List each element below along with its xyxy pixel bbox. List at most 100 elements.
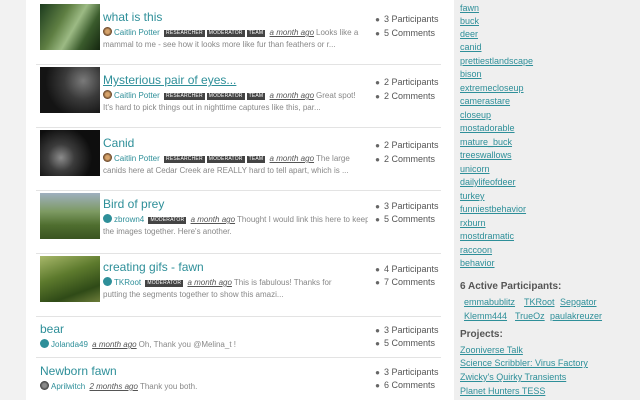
timestamp-link[interactable]: a month ago bbox=[270, 91, 314, 100]
thread-title[interactable]: creating gifs - fawn bbox=[103, 260, 204, 274]
participants-count: ● 3 Participants bbox=[373, 367, 438, 377]
role-badge: RESEARCHER bbox=[164, 93, 205, 100]
avatar bbox=[103, 90, 112, 99]
author-link[interactable]: Jolanda49 bbox=[51, 340, 88, 349]
tag-link[interactable]: mostdramatic bbox=[460, 231, 514, 241]
tag-link[interactable]: buck bbox=[460, 16, 479, 26]
discussion-list: what is this Caitlin Potter RESEARCHER MO… bbox=[26, 0, 454, 400]
thread-item[interactable]: creating gifs - fawn TKRoot MODERATOR a … bbox=[36, 256, 441, 317]
thread-title[interactable]: what is this bbox=[103, 10, 162, 24]
sidebar: fawn buck deer canid prettiestlandscape … bbox=[454, 0, 640, 400]
thread-item[interactable]: Newborn fawn Aprilwitch 2 months ago Than… bbox=[36, 362, 441, 400]
author-link[interactable]: Caitlin Potter bbox=[114, 28, 160, 37]
participant-link[interactable]: TKRoot bbox=[524, 297, 555, 307]
excerpt-continued: It's hard to pick things out in nighttim… bbox=[103, 103, 321, 112]
project-link[interactable]: Planet Hunters TESS bbox=[460, 386, 545, 396]
role-badge: MODERATOR bbox=[206, 30, 245, 37]
comment-icon: ● bbox=[375, 339, 380, 348]
participant-link[interactable]: TrueOz bbox=[515, 311, 545, 321]
tag-link[interactable]: deer bbox=[460, 29, 478, 39]
thread-title[interactable]: Newborn fawn bbox=[40, 364, 117, 378]
comment-icon: ● bbox=[375, 278, 380, 287]
timestamp-link[interactable]: 2 months ago bbox=[89, 382, 137, 391]
thread-thumbnail[interactable] bbox=[40, 193, 100, 239]
timestamp-link[interactable]: a month ago bbox=[270, 28, 314, 37]
participants-count: ● 2 Participants bbox=[373, 77, 438, 87]
thread-thumbnail[interactable] bbox=[40, 130, 100, 176]
tag-link[interactable]: bison bbox=[460, 69, 482, 79]
thread-item[interactable]: Bird of prey zbrown4 MODERATOR a month a… bbox=[36, 193, 441, 254]
excerpt: Looks like a bbox=[316, 28, 359, 37]
thread-title[interactable]: Bird of prey bbox=[103, 197, 164, 211]
thread-byline: Aprilwitch 2 months ago Thank you both. bbox=[40, 381, 360, 391]
thread-byline: Caitlin Potter RESEARCHER MODERATOR TEAM a… bbox=[103, 27, 368, 37]
role-badge: RESEARCHER bbox=[164, 30, 205, 37]
comments-count: ● 2 Comments bbox=[373, 154, 435, 164]
thread-thumbnail[interactable] bbox=[40, 4, 100, 50]
tag-link[interactable]: raccoon bbox=[460, 245, 492, 255]
avatar bbox=[103, 214, 112, 223]
author-link[interactable]: Caitlin Potter bbox=[114, 91, 160, 100]
thread-byline: Caitlin Potter RESEARCHER MODERATOR TEAM a… bbox=[103, 90, 368, 100]
author-link[interactable]: TKRoot bbox=[114, 278, 141, 287]
avatar bbox=[103, 277, 112, 286]
user-icon: ● bbox=[375, 78, 380, 87]
tag-link[interactable]: mature_buck bbox=[460, 137, 512, 147]
thread-item[interactable]: what is this Caitlin Potter RESEARCHER MO… bbox=[36, 4, 441, 65]
project-link[interactable]: Zooniverse Talk bbox=[460, 345, 523, 355]
thread-thumbnail[interactable] bbox=[40, 256, 100, 302]
excerpt-continued: putting the segments together to show th… bbox=[103, 290, 284, 299]
participant-link[interactable]: emmabublitz bbox=[464, 297, 515, 307]
projects-heading: Projects: bbox=[460, 329, 503, 340]
thread-item[interactable]: Canid Caitlin Potter RESEARCHER MODERATOR… bbox=[36, 130, 441, 191]
thread-item[interactable]: bear Jolanda49 a month ago Oh, Thank you … bbox=[36, 319, 441, 358]
tag-link[interactable]: turkey bbox=[460, 191, 485, 201]
participant-link[interactable]: Sepgator bbox=[560, 297, 597, 307]
excerpt-continued: the images together. Here's another. bbox=[103, 227, 232, 236]
user-icon: ● bbox=[375, 265, 380, 274]
project-link[interactable]: Science Scribbler: Virus Factory bbox=[460, 358, 588, 368]
thread-item[interactable]: Mysterious pair of eyes... Caitlin Potte… bbox=[36, 67, 441, 128]
role-badge: TEAM bbox=[246, 30, 266, 37]
tag-link[interactable]: extremecloseup bbox=[460, 83, 524, 93]
project-link[interactable]: Zwicky's Quirky Transients bbox=[460, 372, 566, 382]
role-badge: TEAM bbox=[246, 93, 266, 100]
excerpt: Great spot! bbox=[316, 91, 356, 100]
thread-byline: Jolanda49 a month ago Oh, Thank you @Meli… bbox=[40, 339, 360, 349]
timestamp-link[interactable]: a month ago bbox=[187, 278, 231, 287]
author-link[interactable]: Caitlin Potter bbox=[114, 154, 160, 163]
role-badge: MODERATOR bbox=[148, 217, 187, 224]
tag-link[interactable]: rxburn bbox=[460, 218, 486, 228]
thread-title[interactable]: bear bbox=[40, 322, 64, 336]
tag-link[interactable]: camerastare bbox=[460, 96, 510, 106]
user-icon: ● bbox=[375, 368, 380, 377]
participants-count: ● 3 Participants bbox=[373, 325, 438, 335]
author-link[interactable]: zbrown4 bbox=[114, 215, 144, 224]
tag-link[interactable]: funniestbehavior bbox=[460, 204, 526, 214]
tag-link[interactable]: prettiestlandscape bbox=[460, 56, 533, 66]
excerpt: Oh, Thank you @Melina_t ! bbox=[138, 340, 236, 349]
tag-link[interactable]: canid bbox=[460, 42, 482, 52]
avatar bbox=[103, 153, 112, 162]
timestamp-link[interactable]: a month ago bbox=[270, 154, 314, 163]
timestamp-link[interactable]: a month ago bbox=[191, 215, 235, 224]
timestamp-link[interactable]: a month ago bbox=[92, 340, 136, 349]
tag-link[interactable]: treeswallows bbox=[460, 150, 512, 160]
excerpt-continued: canids here at Cedar Creek are REALLY ha… bbox=[103, 166, 349, 175]
thread-byline: zbrown4 MODERATOR a month ago Thought I w… bbox=[103, 214, 368, 224]
thread-thumbnail[interactable] bbox=[40, 67, 100, 113]
user-icon: ● bbox=[375, 15, 380, 24]
participant-link[interactable]: Klemm444 bbox=[464, 311, 507, 321]
thread-title[interactable]: Mysterious pair of eyes... bbox=[103, 73, 236, 87]
tag-link[interactable]: mostadorable bbox=[460, 123, 515, 133]
tag-link[interactable]: fawn bbox=[460, 3, 479, 13]
tag-link[interactable]: unicorn bbox=[460, 164, 490, 174]
comment-icon: ● bbox=[375, 29, 380, 38]
tag-link[interactable]: dailylifeofdeer bbox=[460, 177, 516, 187]
participant-link[interactable]: paulakreuzer bbox=[550, 311, 602, 321]
tag-link[interactable]: behavior bbox=[460, 258, 495, 268]
thread-title[interactable]: Canid bbox=[103, 136, 134, 150]
tag-link[interactable]: closeup bbox=[460, 110, 491, 120]
role-badge: RESEARCHER bbox=[164, 156, 205, 163]
author-link[interactable]: Aprilwitch bbox=[51, 382, 85, 391]
